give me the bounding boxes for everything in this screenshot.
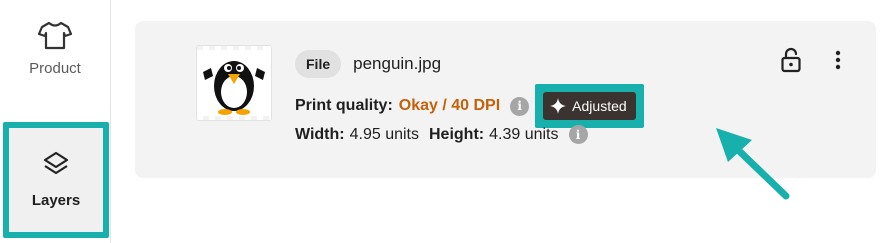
print-quality-value: Okay / 40 DPI [398,97,501,114]
file-type-badge: File [295,50,342,78]
width-label: Width: [295,125,345,143]
layer-thumbnail[interactable] [196,45,272,121]
print-quality-label: Print quality: [295,97,393,114]
file-name: penguin.jpg [353,54,442,73]
print-quality-row: Print quality: Okay / 40 DPI i Adjusted [295,84,644,128]
height-value: 4.39 units [489,125,559,143]
height-label: Height: [429,125,485,143]
width-value: 4.95 units [349,125,419,143]
adjusted-button[interactable]: Adjusted [543,92,636,120]
penguin-image [197,46,271,120]
pointer-arrow-icon [708,120,798,210]
dimensions-row: Width: 4.95 units Height: 4.39 units i [295,125,588,144]
sidebar-item-product[interactable]: Product [0,20,110,110]
sidebar-item-label: Product [29,60,81,77]
adjusted-highlight: Adjusted [535,84,644,128]
layers-icon [42,150,70,178]
more-options-icon[interactable] [832,49,844,76]
sidebar: Product Layers [0,0,111,243]
sidebar-item-layers[interactable]: Layers [3,122,109,238]
info-icon[interactable]: i [510,96,530,116]
info-icon[interactable]: i [568,125,588,144]
tshirt-icon [37,20,73,50]
lock-icon[interactable] [779,47,803,78]
sparkle-icon [550,98,567,114]
file-row: File penguin.jpg [295,50,441,78]
sidebar-item-label: Layers [31,192,81,209]
adjusted-label: Adjusted [572,98,627,114]
